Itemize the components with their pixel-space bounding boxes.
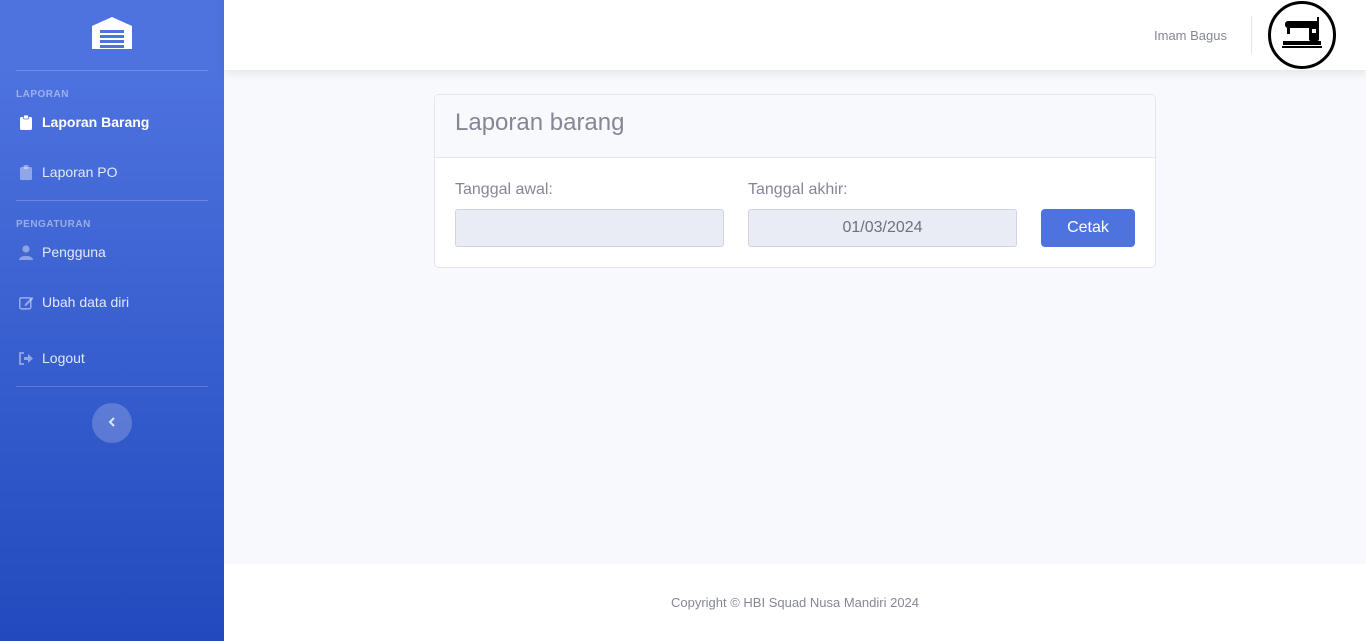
avatar[interactable] bbox=[1268, 1, 1336, 69]
start-date-input[interactable] bbox=[455, 209, 724, 247]
sidebar-item-label: Laporan Barang bbox=[42, 114, 150, 130]
sign-out-icon bbox=[18, 350, 34, 366]
clipboard-icon bbox=[18, 114, 34, 130]
warehouse-icon bbox=[91, 16, 133, 55]
sidebar-item-logout[interactable]: Logout bbox=[0, 330, 224, 386]
copyright-text: Copyright © HBI Squad Nusa Mandiri 2024 bbox=[670, 595, 920, 610]
user-name[interactable]: Imam Bagus bbox=[1154, 28, 1227, 43]
sidebar-brand[interactable] bbox=[0, 0, 224, 70]
sidebar-item-label: Pengguna bbox=[42, 244, 106, 260]
topbar: Imam Bagus bbox=[224, 0, 1366, 70]
start-date-label: Tanggal awal: bbox=[455, 181, 553, 198]
sidebar-item-label: Laporan PO bbox=[42, 164, 118, 180]
footer: Copyright © HBI Squad Nusa Mandiri 2024 bbox=[224, 564, 1366, 641]
chevron-left-icon bbox=[108, 414, 116, 432]
topbar-divider bbox=[1251, 16, 1252, 54]
sewing-machine-icon bbox=[1281, 16, 1323, 54]
sidebar-item-pengguna[interactable]: Pengguna bbox=[0, 230, 224, 274]
card-title: Laporan barang bbox=[435, 95, 1155, 158]
end-date-label: Tanggal akhir: bbox=[748, 181, 848, 198]
report-card: Laporan barang Tanggal awal: Tanggal akh… bbox=[434, 94, 1156, 268]
sidebar-item-ubah-data-diri[interactable]: Ubah data diri bbox=[0, 274, 224, 330]
sidebar-item-laporan-po[interactable]: Laporan PO bbox=[0, 144, 224, 200]
sidebar-toggle-button[interactable] bbox=[92, 403, 132, 443]
clipboard-icon bbox=[18, 164, 34, 180]
user-icon bbox=[18, 244, 34, 260]
sidebar-item-label: Ubah data diri bbox=[42, 294, 130, 310]
end-date-input[interactable]: 01/03/2024 bbox=[748, 209, 1017, 247]
edit-icon bbox=[18, 294, 34, 310]
sidebar: LAPORAN Laporan Barang Laporan PO PENGAT… bbox=[0, 0, 224, 641]
sidebar-toggle-wrap bbox=[0, 387, 224, 443]
sidebar-item-label: Logout bbox=[42, 350, 85, 366]
print-button[interactable]: Cetak bbox=[1041, 209, 1135, 247]
sidebar-item-laporan-barang[interactable]: Laporan Barang bbox=[0, 100, 224, 144]
